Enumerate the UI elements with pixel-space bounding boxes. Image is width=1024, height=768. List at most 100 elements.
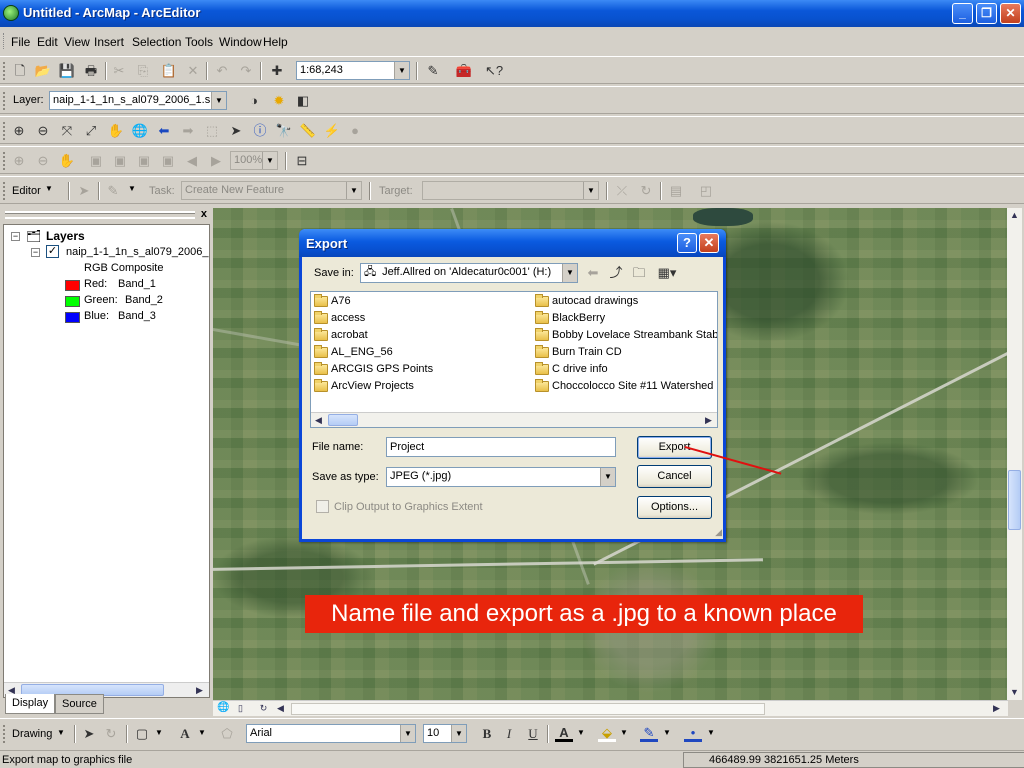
layout-zoom-in-icon[interactable]: ⊕ [10,152,28,170]
brightness-icon[interactable]: ✹ [270,92,288,110]
menu-insert[interactable]: Insert [94,35,124,49]
folder-item[interactable]: autocad drawings [535,294,638,307]
zoom-in-icon[interactable]: ⊕ [10,122,28,140]
layer-visibility-checkbox[interactable]: ✓ [46,245,59,258]
chevron-down-icon[interactable]: ▼ [128,184,136,193]
fill-color-icon[interactable]: ⬙ [598,724,616,742]
maximize-button[interactable]: ❐ [976,3,997,24]
folder-item[interactable]: C drive info [535,362,608,375]
rotate-icon[interactable]: ↻ [102,725,120,743]
layout-back-icon[interactable]: ◀ [183,152,201,170]
zoom-out-icon[interactable]: ⊖ [34,122,52,140]
cut-icon[interactable]: ✂ [110,62,128,80]
file-list-scrollbar[interactable]: ◀ ▶ [311,412,717,427]
find-icon[interactable]: 🔭 [275,122,293,140]
paste-icon[interactable]: 📋 [160,62,178,80]
save-in-combo[interactable]: 🖧 Jeff.Allred on 'Aldecatur0c001' (H:) ▼ [360,263,578,283]
font-size-combo[interactable]: 10 ▼ [423,724,467,743]
chevron-down-icon[interactable]: ▼ [400,725,415,742]
tab-source[interactable]: Source [55,694,104,714]
chevron-down-icon[interactable]: ▼ [346,182,361,199]
map-horizontal-scrollbar[interactable]: 🌐 ▯ ↻ ◀ ▶ [213,700,1008,716]
chevron-down-icon[interactable]: ▼ [600,468,615,486]
select-elements-icon[interactable]: ➤ [227,122,245,140]
folder-item[interactable]: acrobat [314,328,368,341]
clip-output-checkbox[interactable] [316,500,329,513]
chevron-down-icon[interactable]: ▼ [583,182,598,199]
delete-icon[interactable]: ✕ [184,62,202,80]
select-features-icon[interactable]: ⬚ [203,122,221,140]
back-icon[interactable]: ⬅ [584,264,602,282]
collapse-icon[interactable]: − [11,232,20,241]
bold-button[interactable]: B [478,725,496,743]
data-view-icon[interactable]: 🌐 [216,701,231,715]
chevron-down-icon[interactable]: ▼ [707,728,715,737]
chevron-down-icon[interactable]: ▼ [663,728,671,737]
font-combo[interactable]: Arial ▼ [246,724,416,743]
dialog-help-button[interactable]: ? [677,233,697,253]
add-data-icon[interactable]: ✚ [268,62,286,80]
refresh-icon[interactable]: ↻ [256,701,271,715]
new-folder-icon[interactable]: 🗀 [630,264,648,282]
print-icon[interactable]: 🖶 [82,62,100,80]
html-popup-icon[interactable]: ● [346,122,364,140]
toggle-draft-mode-icon[interactable]: ⊟ [293,152,311,170]
scrollbar-thumb[interactable] [1008,470,1021,530]
edit-vertices-icon[interactable]: ⬠ [218,725,236,743]
layout-pan-icon[interactable]: ✋ [58,152,76,170]
folder-item[interactable]: Bobby Lovelace Streambank Stab [535,328,717,341]
fixed-zoom-in-layout-icon[interactable]: ▣ [111,152,129,170]
layer-name[interactable]: naip_1-1_1n_s_al079_2006_ [66,246,209,258]
layout-zoom-combo[interactable]: 100% ▼ [230,151,278,170]
editor-toolbar-icon[interactable]: ✎ [424,62,442,80]
view-menu-icon[interactable]: ▦▾ [654,264,680,282]
up-one-level-icon[interactable]: ⤴ [607,264,625,282]
menu-window[interactable]: Window [219,35,262,49]
export-button[interactable]: Export [637,436,712,459]
layout-zoom-out-icon[interactable]: ⊖ [34,152,52,170]
scroll-right-icon[interactable]: ▶ [989,701,1004,715]
fixed-zoom-out-icon[interactable]: ⤢ [82,122,100,140]
full-extent-icon[interactable]: 🌐 [131,122,149,140]
chevron-down-icon[interactable]: ▼ [562,264,577,282]
folder-item[interactable]: ArcView Projects [314,379,414,392]
folder-item[interactable]: ARCGIS GPS Points [314,362,433,375]
hyperlink-icon[interactable]: ⚡ [323,122,341,140]
scroll-up-icon[interactable]: ▲ [1007,208,1022,222]
chevron-down-icon[interactable]: ▼ [198,728,206,737]
sketch-properties-icon[interactable]: ◰ [697,182,715,200]
line-color-icon[interactable]: ✎ [640,724,658,742]
new-icon[interactable]: 🗋 [11,62,29,80]
file-name-input[interactable] [386,437,616,457]
options-button[interactable]: Options... [637,496,712,519]
layout-forward-icon[interactable]: ▶ [207,152,225,170]
sketch-tool-icon[interactable]: ✎ [104,182,122,200]
forward-extent-icon[interactable]: ➡ [179,122,197,140]
drawing-menu[interactable]: Drawing [12,728,52,740]
scroll-left-icon[interactable]: ◀ [311,413,326,427]
undo-icon[interactable]: ↶ [213,62,231,80]
save-as-type-combo[interactable]: JPEG (*.jpg) ▼ [386,467,616,487]
minimize-button[interactable]: _ [952,3,973,24]
menu-edit[interactable]: Edit [37,35,58,49]
resize-grip-icon[interactable]: ◢ [715,527,722,538]
zoom-whole-page-icon[interactable]: ▣ [87,152,105,170]
chevron-down-icon[interactable]: ▼ [262,152,277,169]
select-elements-icon[interactable]: ➤ [80,725,98,743]
map-scale-combo[interactable]: 1:68,243 ▼ [296,61,410,80]
copy-icon[interactable]: ⎘ [134,62,152,80]
layout-view-icon[interactable]: ▯ [233,701,248,715]
chevron-down-icon[interactable]: ▼ [394,62,409,79]
folder-item[interactable]: BlackBerry [535,311,605,324]
folder-item[interactable]: A76 [314,294,351,307]
chevron-down-icon[interactable]: ▼ [155,728,163,737]
menu-view[interactable]: View [64,35,90,49]
marker-color-icon[interactable]: • [684,724,702,742]
toc-close-button[interactable]: x [201,208,207,220]
split-tool-icon[interactable]: ⤫ [613,182,631,200]
close-button[interactable]: ✕ [1000,3,1021,24]
task-combo[interactable]: Create New Feature ▼ [181,181,362,200]
folder-item[interactable]: Burn Train CD [535,345,622,358]
editor-menu[interactable]: Editor [12,185,41,197]
menu-file[interactable]: File [11,35,30,49]
